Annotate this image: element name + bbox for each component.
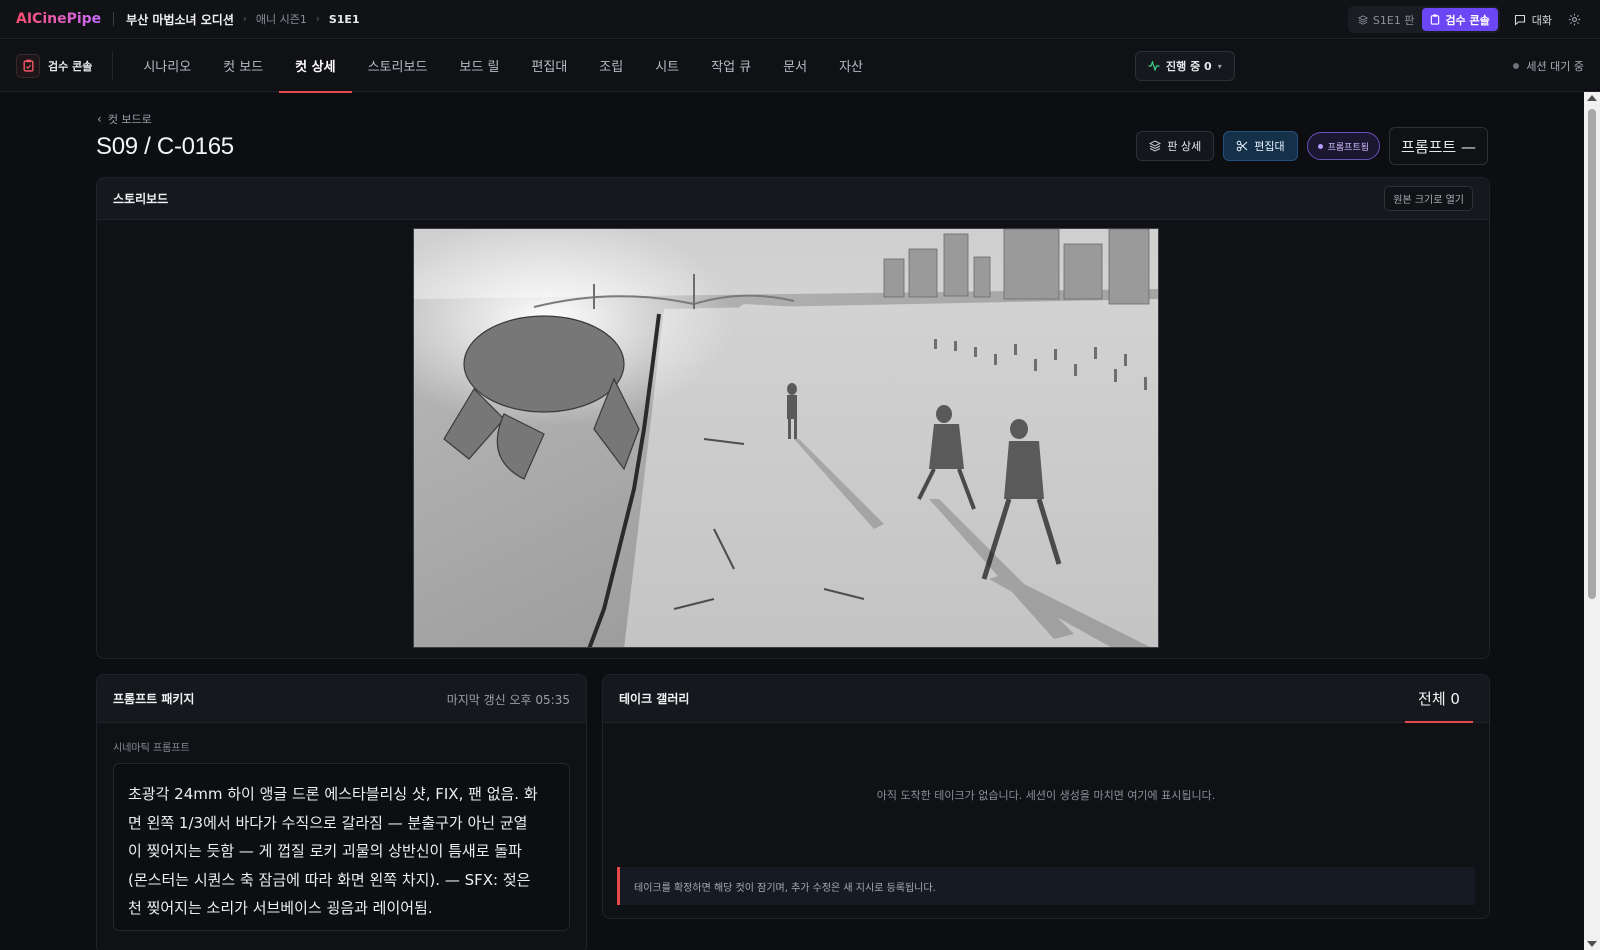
clipboard-icon — [1431, 14, 1440, 25]
top-right-controls: S1E1 판 검수 콘솔 대화 — [1347, 0, 1582, 39]
nav-tabs: 시나리오 컷 보드 컷 상세 스토리보드 보드 릴 편집대 조립 시트 작업 큐… — [127, 40, 879, 93]
chat-button[interactable]: 대화 — [1514, 12, 1552, 28]
tab-sheet[interactable]: 시트 — [639, 40, 695, 92]
tab-all-takes[interactable]: 전체 0 — [1405, 675, 1473, 723]
take-gallery-header: 테이크 갤러리 전체 0 — [603, 675, 1489, 723]
progress-dropdown[interactable]: 진행 중 0 ▾ — [1135, 51, 1235, 81]
edition-mode-label: S1E1 판 — [1372, 13, 1415, 27]
top-bar: AICinePipe 부산 마법소녀 오디션 › 애니 시즌1 › S1E1 S… — [0, 0, 1600, 39]
mode-switch: S1E1 판 검수 콘솔 — [1347, 6, 1500, 33]
session-status-label: 세션 대기 중 — [1526, 60, 1584, 73]
storyboard-panel: 스토리보드 원본 크기로 열기 — [96, 177, 1490, 659]
prompt-line: 초광각 24mm 하이 앵글 드론 에스타블리싱 샷, FIX, 팬 없음. 화 — [128, 785, 538, 803]
divider — [113, 12, 115, 26]
storyboard-image[interactable] — [413, 228, 1159, 648]
layers-icon — [1357, 14, 1368, 25]
empty-state-message: 아직 도착한 테이크가 없습니다. 세션이 생성을 마치면 여기에 표시됩니다. — [876, 789, 1216, 802]
prompt-package-header: 프롬프트 패키지 마지막 갱신 오후 05:35 — [97, 675, 586, 723]
review-console-mode-button[interactable]: 검수 콘솔 — [1422, 8, 1498, 31]
tab-assembly[interactable]: 조립 — [583, 40, 639, 92]
settings-gear-icon[interactable] — [1566, 12, 1582, 28]
tab-cut-board[interactable]: 컷 보드 — [207, 40, 279, 92]
page-title: S09 / C-0165 — [96, 133, 234, 160]
editor-button[interactable]: 편집대 — [1223, 131, 1298, 161]
chevron-down-icon: ▾ — [1217, 61, 1222, 71]
header-actions: 판 상세 편집대 프롬프트됨 프롬프트 — — [1136, 127, 1488, 165]
tab-scenario[interactable]: 시나리오 — [127, 40, 207, 92]
breadcrumb-season[interactable]: 애니 시즌1 — [256, 11, 307, 27]
layers-icon — [1149, 140, 1162, 152]
prompt-line: 천 찢어지는 소리가 서브베이스 굉음과 레이어됨. — [128, 899, 433, 917]
prompt-package-title: 프롬프트 패키지 — [113, 692, 195, 706]
scroll-up-arrow-icon[interactable] — [1587, 95, 1597, 101]
tab-job-queue[interactable]: 작업 큐 — [695, 40, 767, 92]
take-gallery-title: 테이크 갤러리 — [619, 692, 690, 706]
progress-label: 진행 중 0 — [1166, 60, 1212, 73]
tab-cut-detail[interactable]: 컷 상세 — [279, 40, 352, 93]
breadcrumb-project[interactable]: 부산 마법소녀 오디션 — [126, 11, 234, 28]
chevron-right-icon: › — [315, 13, 320, 25]
breadcrumb-episode[interactable]: S1E1 — [329, 13, 360, 26]
chevron-right-icon: › — [242, 13, 247, 25]
prompt-line: (몬스터는 시퀀스 축 잠금에 따라 화면 왼쪽 차지). — SFX: 젖은 — [128, 870, 531, 889]
back-to-cut-board-link[interactable]: ‹ 컷 보드로 — [97, 111, 152, 127]
activity-icon — [1148, 61, 1160, 71]
chevron-left-icon: ‹ — [97, 112, 102, 126]
prompt-line: 이 찢어지는 듯함 — 게 껍질 로키 괴물의 상반신이 틈새로 돌파 — [128, 842, 522, 860]
status-badge: 프롬프트됨 — [1306, 132, 1381, 160]
last-updated: 마지막 갱신 오후 05:35 — [446, 692, 570, 707]
prompt-package-panel: 프롬프트 패키지 마지막 갱신 오후 05:35 시네마틱 프롬프트 초광각 2… — [96, 674, 587, 950]
page-scrollbar[interactable] — [1584, 92, 1600, 950]
section-label: 시네마틱 프롬프트 — [113, 743, 190, 754]
prompt-button[interactable]: 프롬프트 — — [1389, 127, 1488, 165]
storyboard-header: 스토리보드 원본 크기로 열기 — [97, 178, 1489, 220]
edition-detail-label: 판 상세 — [1167, 140, 1202, 153]
scroll-down-arrow-icon[interactable] — [1587, 941, 1597, 947]
storyboard-sketch — [414, 229, 1158, 647]
status-label: 프롬프트됨 — [1327, 142, 1370, 153]
scrollbar-thumb[interactable] — [1588, 109, 1596, 599]
nav-bar: 검수 콘솔 시나리오 컷 보드 컷 상세 스토리보드 보드 릴 편집대 조립 시… — [0, 40, 1600, 93]
scissors-icon — [1236, 140, 1248, 152]
app-logo[interactable]: AICinePipe — [16, 11, 101, 27]
prompt-line: 면 왼쪽 1/3에서 바다가 수직으로 갈라짐 — 분출구가 아닌 균열 — [128, 813, 528, 832]
tab-board-reel[interactable]: 보드 릴 — [443, 40, 515, 92]
lock-notice: 테이크를 확정하면 해당 컷이 잠기며, 추가 수정은 새 지시로 등록됩니다. — [617, 867, 1475, 905]
tab-documents[interactable]: 문서 — [767, 40, 823, 92]
cinematic-prompt-text[interactable]: 초광각 24mm 하이 앵글 드론 에스타블리싱 샷, FIX, 팬 없음. 화… — [113, 763, 570, 931]
session-status: 세션 대기 중 — [1513, 40, 1584, 92]
status-dot — [1513, 63, 1520, 69]
open-original-size-button[interactable]: 원본 크기로 열기 — [1384, 186, 1473, 211]
edition-mode-button[interactable]: S1E1 판 — [1350, 8, 1423, 31]
take-gallery-panel: 테이크 갤러리 전체 0 아직 도착한 테이크가 없습니다. 세션이 생성을 마… — [602, 674, 1490, 919]
chat-label: 대화 — [1531, 13, 1552, 27]
clipboard-icon — [16, 53, 40, 78]
status-dot — [1317, 143, 1323, 149]
review-console-label: 검수 콘솔 — [48, 59, 93, 73]
chat-icon — [1514, 14, 1525, 26]
storyboard-title: 스토리보드 — [113, 192, 169, 206]
tab-storyboard[interactable]: 스토리보드 — [352, 40, 444, 92]
review-console-button[interactable]: 검수 콘솔 — [16, 51, 114, 80]
editor-label: 편집대 — [1254, 140, 1285, 153]
edition-detail-button[interactable]: 판 상세 — [1136, 131, 1215, 161]
back-label: 컷 보드로 — [107, 113, 152, 126]
tab-assets[interactable]: 자산 — [823, 40, 879, 92]
tab-editor[interactable]: 편집대 — [515, 40, 583, 92]
review-console-mode-label: 검수 콘솔 — [1445, 13, 1490, 27]
